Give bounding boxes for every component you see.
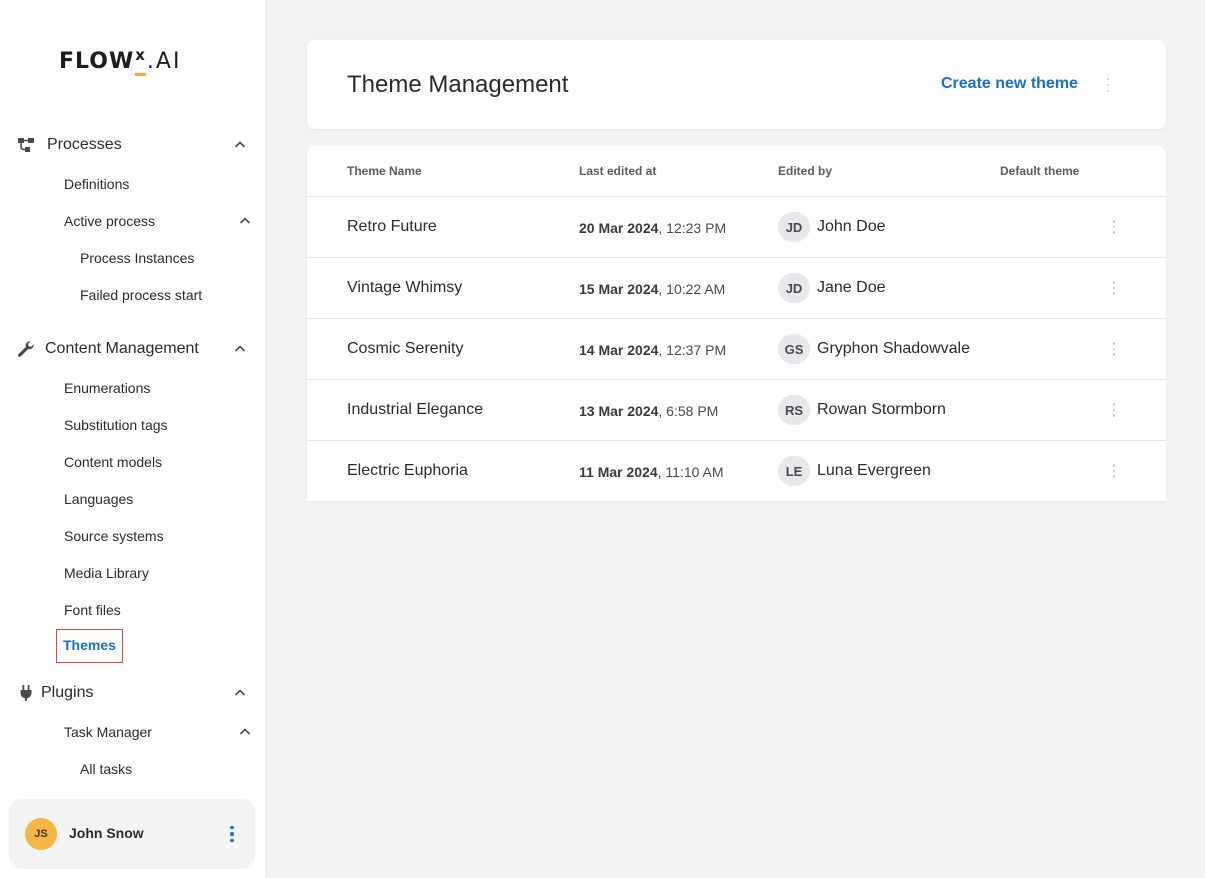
nav-section-content-management[interactable]: Content Management <box>0 333 267 365</box>
nav-item-media-library[interactable]: Media Library <box>64 562 149 584</box>
nav-item-all-tasks[interactable]: All tasks <box>80 758 132 780</box>
more-vertical-icon[interactable] <box>1111 280 1117 296</box>
column-header-last-edited: Last edited at <box>579 164 657 178</box>
user-name: John Snow <box>69 825 144 841</box>
sidebar: FLOW x .AI Processes Definitions Active … <box>0 0 267 878</box>
user-card: JS John Snow <box>9 799 255 869</box>
nav-item-failed-process-start[interactable]: Failed process start <box>80 284 202 306</box>
more-vertical-icon[interactable] <box>1111 463 1117 479</box>
avatar: JD <box>778 212 810 242</box>
edited-time: , 12:37 PM <box>658 342 727 358</box>
wrench-icon <box>16 339 36 359</box>
table-row[interactable]: Electric Euphoria 11 Mar 2024, 11:10 AM … <box>307 441 1166 502</box>
nav-section-plugins[interactable]: Plugins <box>0 677 267 709</box>
theme-name: Electric Euphoria <box>347 462 468 479</box>
avatar: GS <box>778 334 810 364</box>
edited-by: GS Gryphon Shadowvale <box>778 334 970 364</box>
avatar: JD <box>778 273 810 303</box>
page-title: Theme Management <box>347 71 569 98</box>
more-vertical-icon[interactable] <box>1104 76 1112 94</box>
more-vertical-icon[interactable] <box>1111 341 1117 357</box>
chevron-up-icon[interactable] <box>234 687 246 699</box>
nav-item-process-instances[interactable]: Process Instances <box>80 247 194 269</box>
nav-item-task-manager[interactable]: Task Manager <box>64 721 152 743</box>
more-vertical-icon[interactable] <box>228 824 236 844</box>
edited-time: , 11:10 AM <box>657 464 724 480</box>
nav-section-label: Plugins <box>41 684 94 701</box>
chevron-up-icon[interactable] <box>239 215 251 227</box>
last-edited-at: 11 Mar 2024, 11:10 AM <box>579 464 724 480</box>
last-edited-at: 20 Mar 2024, 12:23 PM <box>579 220 726 236</box>
logo-suffix: .AI <box>146 49 182 74</box>
avatar: RS <box>778 395 810 425</box>
nav-item-languages[interactable]: Languages <box>64 488 133 510</box>
edited-date: 14 Mar 2024 <box>579 342 659 358</box>
nav-section-label: Content Management <box>45 340 199 357</box>
edited-by: JD John Doe <box>778 212 886 242</box>
nav-section-label: Processes <box>47 136 122 153</box>
theme-name: Vintage Whimsy <box>347 279 463 296</box>
nav-section-processes[interactable]: Processes <box>0 129 267 161</box>
column-header-default-theme: Default theme <box>1000 164 1080 178</box>
nav-item-active-process[interactable]: Active process <box>64 210 155 232</box>
edited-date: 11 Mar 2024 <box>579 464 658 480</box>
avatar: LE <box>778 456 810 486</box>
nav-item-definitions[interactable]: Definitions <box>64 173 129 195</box>
plug-icon <box>16 683 36 703</box>
process-icon <box>16 135 36 155</box>
flowx-logo[interactable]: FLOW x .AI <box>59 46 182 76</box>
last-edited-at: 15 Mar 2024, 10:22 AM <box>579 281 725 297</box>
column-header-edited-by: Edited by <box>778 164 833 178</box>
chevron-up-icon[interactable] <box>234 139 246 151</box>
edited-by: JD Jane Doe <box>778 273 886 303</box>
edited-by: LE Luna Evergreen <box>778 456 931 486</box>
edited-date: 13 Mar 2024 <box>579 403 659 419</box>
nav-item-enumerations[interactable]: Enumerations <box>64 377 150 399</box>
nav-item-content-models[interactable]: Content models <box>64 451 162 473</box>
page-header: Theme Management Create new theme <box>307 40 1166 129</box>
logo-x: x <box>135 46 146 76</box>
column-header-theme-name: Theme Name <box>347 164 422 178</box>
table-row[interactable]: Vintage Whimsy 15 Mar 2024, 10:22 AM JD J… <box>307 258 1166 319</box>
theme-name: Cosmic Serenity <box>347 340 464 357</box>
theme-name: Retro Future <box>347 218 437 235</box>
edited-date: 20 Mar 2024 <box>579 220 659 236</box>
nav-item-themes[interactable]: Themes <box>56 629 123 663</box>
create-new-theme-button[interactable]: Create new theme <box>941 75 1078 93</box>
editor-name: John Doe <box>817 218 886 235</box>
edited-time: , 6:58 PM <box>658 403 719 419</box>
more-vertical-icon[interactable] <box>1111 219 1117 235</box>
editor-name: Rowan Stormborn <box>817 401 946 418</box>
table-row[interactable]: Cosmic Serenity 14 Mar 2024, 12:37 PM GS… <box>307 319 1166 380</box>
chevron-up-icon[interactable] <box>239 726 251 738</box>
nav-item-substitution-tags[interactable]: Substitution tags <box>64 414 168 436</box>
editor-name: Jane Doe <box>817 279 886 296</box>
themes-table: Theme Name Last edited at Edited by Defa… <box>307 146 1166 501</box>
theme-name: Industrial Elegance <box>347 401 484 418</box>
edited-by: RS Rowan Stormborn <box>778 395 946 425</box>
table-row[interactable]: Industrial Elegance 13 Mar 2024, 6:58 PM… <box>307 380 1166 441</box>
editor-name: Gryphon Shadowvale <box>817 340 970 357</box>
avatar[interactable]: JS <box>25 818 57 850</box>
more-vertical-icon[interactable] <box>1111 402 1117 418</box>
edited-time: , 12:23 PM <box>658 220 727 236</box>
last-edited-at: 14 Mar 2024, 12:37 PM <box>579 342 726 358</box>
nav-item-source-systems[interactable]: Source systems <box>64 525 164 547</box>
edited-time: , 10:22 AM <box>658 281 726 297</box>
logo-main: FLOW <box>59 49 135 74</box>
nav-item-font-files[interactable]: Font files <box>64 599 121 621</box>
last-edited-at: 13 Mar 2024, 6:58 PM <box>579 403 718 419</box>
edited-date: 15 Mar 2024 <box>579 281 659 297</box>
chevron-up-icon[interactable] <box>234 343 246 355</box>
editor-name: Luna Evergreen <box>817 462 931 479</box>
table-row[interactable]: Retro Future 20 Mar 2024, 12:23 PM JD Joh… <box>307 197 1166 258</box>
